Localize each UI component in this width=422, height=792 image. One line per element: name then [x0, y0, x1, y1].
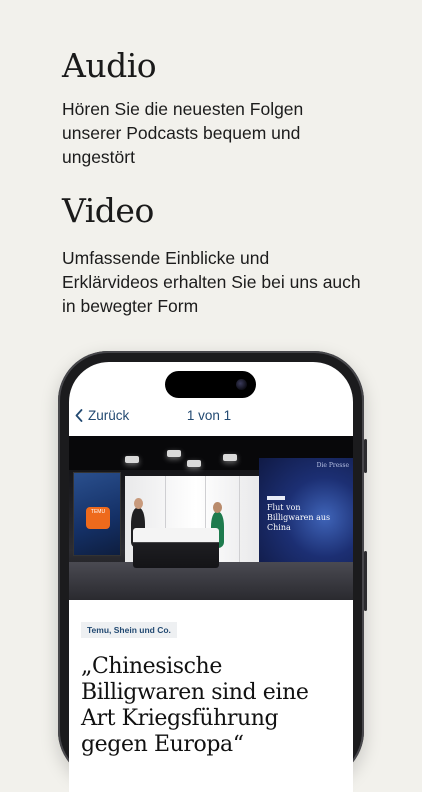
video-player[interactable]: TEMU Die Presse Flut von Billigwaren aus… — [69, 436, 353, 600]
phone-screen: 1 von 1 Zurück TEMU Die Presse Flut von … — [69, 362, 353, 792]
screen-watermark: Die Presse — [316, 462, 349, 469]
studio-right-screen: Die Presse Flut von Billigwaren aus Chin… — [259, 458, 353, 566]
phone-mockup: 1 von 1 Zurück TEMU Die Presse Flut von … — [58, 351, 367, 792]
phone-side-button — [364, 439, 367, 473]
presenter-left-head — [134, 498, 143, 509]
chevron-left-icon — [75, 409, 83, 422]
screen-tag — [267, 496, 285, 500]
camera-icon — [236, 379, 247, 390]
studio-lamp — [187, 460, 201, 467]
audio-description: Hören Sie die neuesten Folgen unserer Po… — [62, 99, 304, 167]
back-label: Zurück — [88, 408, 130, 423]
phone-side-button — [364, 551, 367, 611]
studio-desk — [133, 528, 219, 568]
studio-lamp — [223, 454, 237, 461]
screen-headline: Flut von Billigwaren aus China — [267, 503, 331, 532]
article-nav-bar: 1 von 1 Zurück — [69, 402, 353, 434]
studio-lamp — [167, 450, 181, 457]
article-tag[interactable]: Temu, Shein und Co. — [81, 622, 177, 638]
video-title: Video — [62, 191, 154, 230]
temu-logo: TEMU — [86, 507, 110, 529]
temu-logo-text: TEMU — [90, 509, 106, 515]
back-button[interactable]: Zurück — [75, 408, 129, 423]
audio-title: Audio — [62, 46, 157, 85]
studio-left-screen: TEMU — [73, 472, 121, 556]
dynamic-island — [165, 371, 256, 398]
presenter-right-head — [213, 502, 222, 513]
page-counter-label: 1 von 1 — [186, 408, 232, 423]
article-preview[interactable]: Temu, Shein und Co. „Chinesische Billigw… — [69, 606, 353, 792]
article-headline[interactable]: „Chinesische Billigwaren sind eine Art K… — [81, 654, 349, 758]
studio-lamp — [125, 456, 139, 463]
video-description: Umfassende Einblicke und Erklärvideos er… — [62, 248, 361, 316]
wall-divider — [239, 476, 240, 562]
